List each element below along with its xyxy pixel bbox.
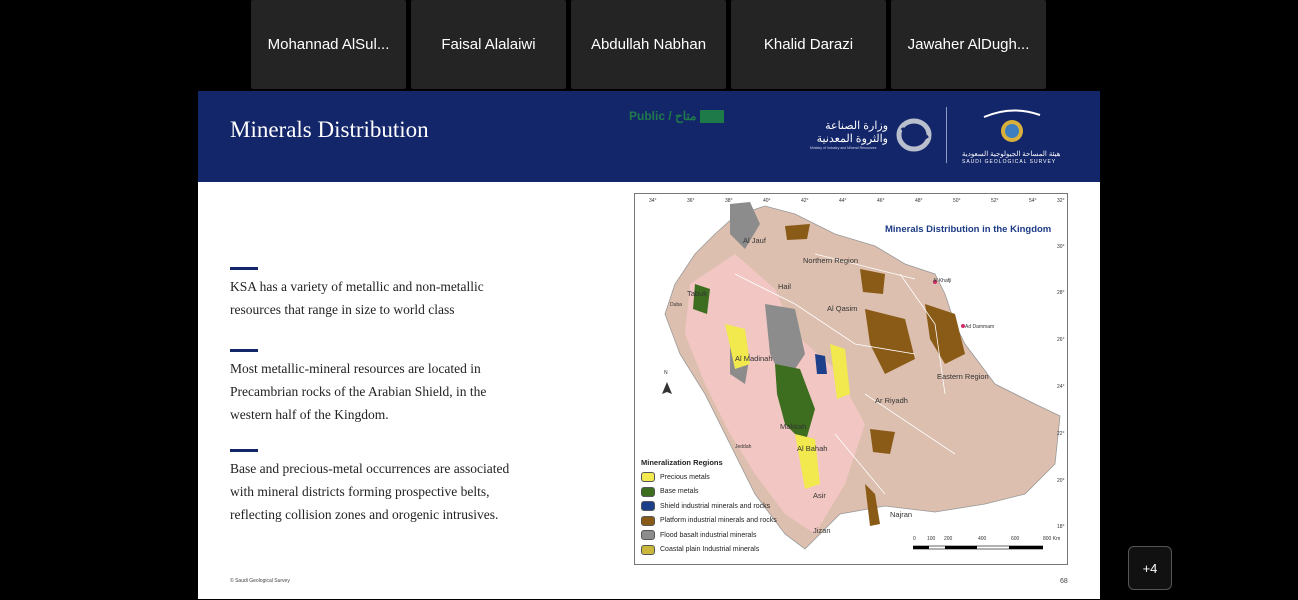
legend-swatch bbox=[641, 515, 655, 526]
city-label: Ad Dammam bbox=[965, 324, 995, 330]
sgs-name-ar: هيئة المساحة الجيولوجية السعودية bbox=[962, 151, 1061, 158]
scale-label: 100 bbox=[927, 536, 936, 542]
map-legend: Mineralization Regions Precious metals B… bbox=[641, 458, 777, 557]
participant-tile[interactable]: Mohannad AlSul... bbox=[251, 0, 406, 89]
legend-item: Precious metals bbox=[641, 470, 777, 485]
scale-label: 600 bbox=[1011, 536, 1020, 542]
scale-label: 200 bbox=[944, 536, 953, 542]
slide-title: Minerals Distribution bbox=[230, 117, 429, 142]
sgs-logo-icon bbox=[983, 109, 1041, 142]
city-label: Al Khafji bbox=[933, 278, 952, 284]
ministry-name-ar: وزارة الصناعة والثروة المعدنية bbox=[816, 120, 888, 145]
legend-item: Flood basalt industrial minerals bbox=[641, 528, 777, 543]
region-label: Tabuk bbox=[687, 289, 708, 298]
shared-slide: Minerals Distribution Public / متاح وزار… bbox=[198, 91, 1100, 599]
lat-tick: 30° bbox=[1057, 244, 1065, 250]
region-label: Hail bbox=[778, 282, 791, 291]
lon-tick: 48° bbox=[915, 198, 923, 204]
lat-tick: 28° bbox=[1057, 290, 1065, 296]
bullet-bar bbox=[230, 449, 258, 452]
region-label: Asir bbox=[813, 491, 826, 500]
lon-tick: 52° bbox=[991, 198, 999, 204]
lon-tick: 44° bbox=[839, 198, 847, 204]
legend-label: Coastal plain Industrial minerals bbox=[660, 546, 760, 554]
bullet-bar bbox=[230, 349, 258, 352]
minerals-map: Minerals Distribution in the Kingdom 34°… bbox=[634, 193, 1068, 565]
bullet-point: Base and precious-metal occurrences are … bbox=[230, 449, 530, 526]
slide-header: Minerals Distribution Public / متاح وزار… bbox=[198, 91, 1100, 182]
legend-swatch bbox=[641, 544, 655, 555]
participant-strip: Mohannad AlSul... Faisal Alalaiwi Abdull… bbox=[251, 0, 1046, 89]
lon-tick: 36° bbox=[687, 198, 695, 204]
legend-swatch bbox=[641, 472, 655, 483]
north-label: N bbox=[664, 370, 668, 376]
legend-item: Shield industrial minerals and rocks bbox=[641, 499, 777, 514]
classification-label: Public / متاح bbox=[629, 109, 697, 123]
scale-label: 400 bbox=[978, 536, 987, 542]
ministry-name-en: Ministry of Industry and Mineral Resourc… bbox=[810, 146, 877, 150]
legend-label: Base metals bbox=[660, 488, 699, 496]
region-label: Al Jauf bbox=[743, 236, 766, 245]
lon-tick: 50° bbox=[953, 198, 961, 204]
legend-swatch bbox=[641, 501, 655, 512]
region-label: Najran bbox=[890, 510, 913, 519]
participant-tile[interactable]: Faisal Alalaiwi bbox=[411, 0, 566, 89]
participant-tile[interactable]: Abdullah Nabhan bbox=[571, 0, 726, 89]
lat-tick: 18° bbox=[1057, 524, 1065, 530]
slide-footer: © Saudi Geological Survey bbox=[230, 578, 290, 584]
header-divider bbox=[946, 107, 947, 163]
map-title: Minerals Distribution in the Kingdom bbox=[885, 224, 1052, 235]
more-participants-button[interactable]: +4 bbox=[1128, 546, 1172, 590]
legend-item: Coastal plain Industrial minerals bbox=[641, 543, 777, 558]
ministry-logo-icon bbox=[896, 118, 932, 152]
region-label: Al Qasim bbox=[827, 304, 858, 313]
legend-title: Mineralization Regions bbox=[641, 458, 723, 467]
city-label: Jeddah bbox=[735, 444, 752, 450]
legend-label: Precious metals bbox=[660, 473, 710, 481]
classification-swatch bbox=[700, 110, 724, 123]
lat-tick: 20° bbox=[1057, 478, 1065, 484]
lon-tick: 34° bbox=[649, 198, 657, 204]
region-label: Jizan bbox=[813, 526, 831, 535]
bullet-text: KSA has a variety of metallic and non-me… bbox=[230, 279, 484, 317]
lat-tick: 26° bbox=[1057, 337, 1065, 343]
legend-label: Shield industrial minerals and rocks bbox=[660, 502, 771, 510]
scale-label: 0 bbox=[913, 536, 916, 542]
bullet-point: KSA has a variety of metallic and non-me… bbox=[230, 267, 530, 321]
region-label: Eastern Region bbox=[937, 372, 989, 381]
lat-tick: 24° bbox=[1057, 384, 1065, 390]
platform-minerals-area bbox=[785, 224, 810, 240]
region-label: Northern Region bbox=[803, 256, 859, 265]
region-label: Al Madinah bbox=[735, 354, 773, 363]
legend-label: Flood basalt industrial minerals bbox=[660, 531, 757, 539]
lon-tick: 46° bbox=[877, 198, 885, 204]
lat-tick: 32° bbox=[1057, 198, 1065, 204]
legend-swatch bbox=[641, 486, 655, 497]
lon-tick: 38° bbox=[725, 198, 733, 204]
legend-item: Platform industrial minerals and rocks bbox=[641, 514, 777, 529]
bullet-bar bbox=[230, 267, 258, 270]
region-label: Makkah bbox=[780, 422, 807, 431]
scale-label: 800 Km bbox=[1043, 536, 1061, 542]
region-label: Ar Riyadh bbox=[875, 396, 908, 405]
lon-tick: 40° bbox=[763, 198, 771, 204]
bullet-text: Most metallic-mineral resources are loca… bbox=[230, 361, 487, 422]
legend-label: Platform industrial minerals and rocks bbox=[660, 517, 777, 525]
region-label: Al Bahah bbox=[797, 444, 828, 453]
bullet-text: Base and precious-metal occurrences are … bbox=[230, 461, 510, 522]
slide-page-number: 68 bbox=[1060, 578, 1068, 585]
participant-tile[interactable]: Khalid Darazi bbox=[731, 0, 886, 89]
lon-tick: 42° bbox=[801, 198, 809, 204]
scale-bar bbox=[913, 545, 1043, 550]
city-label: Duba bbox=[670, 302, 682, 308]
legend-item: Base metals bbox=[641, 485, 777, 500]
participant-tile[interactable]: Jawaher AlDugh... bbox=[891, 0, 1046, 89]
sgs-name-en: SAUDI GEOLOGICAL SURVEY bbox=[962, 159, 1057, 165]
north-arrow-icon bbox=[662, 382, 672, 394]
lat-tick: 22° bbox=[1057, 431, 1065, 437]
legend-swatch bbox=[641, 530, 655, 541]
bullet-point: Most metallic-mineral resources are loca… bbox=[230, 349, 530, 426]
lon-tick: 54° bbox=[1029, 198, 1037, 204]
